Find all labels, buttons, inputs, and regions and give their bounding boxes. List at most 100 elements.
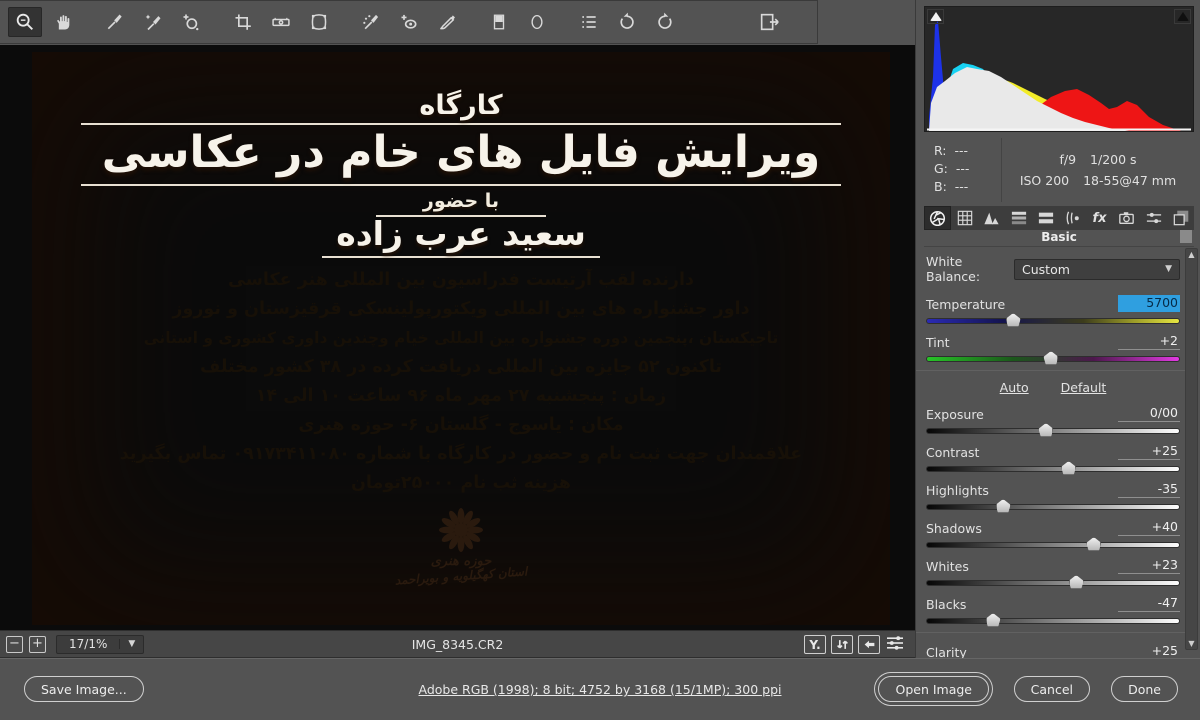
poster-with-label: با حضور [32,190,890,217]
rgb-g-value: --- [956,161,970,176]
zoom-level-select[interactable]: 17/1% ▼ [56,635,144,654]
swap-before-after-button[interactable] [831,635,853,654]
copy-settings-button[interactable] [858,635,880,654]
chevron-down-icon: ▼ [119,639,143,649]
temperature-label: Temperature [926,297,1005,312]
rotate-right-tool-icon[interactable] [648,7,682,37]
exposure-value[interactable]: 0/00 [1118,405,1180,422]
highlights-slider[interactable] [926,504,1180,510]
whites-value[interactable]: +23 [1118,557,1180,574]
contrast-value[interactable]: +25 [1118,443,1180,460]
adjustment-brush-tool-icon[interactable] [430,7,464,37]
cancel-button[interactable]: Cancel [1014,676,1090,702]
temperature-value[interactable]: 5700 [1118,295,1180,312]
workflow-options-link[interactable]: Adobe RGB (1998); 8 bit; 4752 by 3168 (1… [419,682,782,697]
adjustments-panel: R: --- G: --- B: --- f/91/200 s ISO 2001… [915,0,1200,658]
scroll-down-icon[interactable]: ▼ [1186,639,1197,648]
panel-tabs: fx [924,206,1194,230]
aperture-value: f/9 [1052,152,1083,167]
whites-slider[interactable] [926,580,1180,586]
contrast-slider[interactable] [926,466,1180,472]
poster-line: هزینه ثب نام ۲۵۰۰۰تومان [32,469,890,498]
auto-link[interactable]: Auto [1000,380,1029,395]
tab-basic[interactable] [924,206,951,230]
slider-thumb[interactable] [1043,351,1058,365]
preview-toolbar: − + 17/1% ▼ IMG_8345.CR2 Y. [0,630,915,658]
exposure-label: Exposure [926,407,984,422]
tab-tone-curve[interactable] [951,206,978,230]
slider-thumb[interactable] [1006,313,1021,327]
done-button[interactable]: Done [1111,676,1178,702]
transform-tool-icon[interactable] [302,7,336,37]
toolbar [0,0,818,44]
temperature-slider[interactable] [926,318,1180,324]
tab-snapshots[interactable] [1167,206,1194,230]
basic-controls: White Balance: Custom ▼ Temperature5700 … [926,252,1180,718]
preferences-tool-icon[interactable] [572,7,606,37]
poster-line: تاجیکستان ،پنجمین دوره جشنواره بین الملل… [32,324,890,353]
histogram[interactable] [924,6,1194,132]
crop-tool-icon[interactable] [226,7,260,37]
zoom-out-button[interactable]: − [6,636,23,653]
blacks-value[interactable]: -47 [1118,595,1180,612]
contrast-label: Contrast [926,445,979,460]
zoom-tool-icon[interactable] [8,7,42,37]
shutter-value: 1/200 s [1083,152,1144,167]
tab-effects[interactable]: fx [1086,206,1113,230]
white-balance-select[interactable]: Custom ▼ [1014,259,1180,280]
tab-camera-calibration[interactable] [1113,206,1140,230]
poster-line: داور جشنواره های بین المللی ویکتورپولینس… [32,295,890,324]
tab-hsl-grayscale[interactable] [1005,206,1032,230]
rotate-left-tool-icon[interactable] [610,7,644,37]
slider-thumb[interactable] [1038,423,1053,437]
tint-slider[interactable] [926,356,1180,362]
hand-tool-icon[interactable] [46,7,80,37]
poster-line: دارنده لقب آرتیست فدراسیون بین المللی هن… [32,266,890,295]
poster-line: مکان : یاسوج - گلستان ۶- حوزه هنری [32,411,890,440]
rgb-b-value: --- [955,179,969,194]
shadows-slider[interactable] [926,542,1180,548]
before-after-view-button[interactable]: Y. [804,635,826,654]
default-link[interactable]: Default [1061,380,1107,395]
image-preview-area[interactable]: کارگاه ویرایش فایل های خام در عکاسی با ح… [0,45,915,630]
color-sampler-tool-icon[interactable] [136,7,170,37]
panel-menu-icon[interactable] [1180,230,1192,240]
scroll-up-icon[interactable]: ▲ [1186,250,1197,259]
poster-image[interactable]: کارگاه ویرایش فایل های خام در عکاسی با ح… [32,52,890,625]
tab-lens-corrections[interactable] [1059,206,1086,230]
shadow-clipping-warning[interactable] [927,9,944,24]
shadows-value[interactable]: +40 [1118,519,1180,536]
lens-value: 18-55@47 mm [1076,173,1183,188]
targeted-adjustment-tool-icon[interactable] [174,7,208,37]
tab-detail[interactable] [978,206,1005,230]
slider-thumb[interactable] [986,613,1001,627]
save-image-button[interactable]: Save Image... [24,676,144,702]
white-balance-label: White Balance: [926,254,1014,284]
graduated-filter-tool-icon[interactable] [482,7,516,37]
red-eye-tool-icon[interactable] [392,7,426,37]
highlight-clipping-warning[interactable] [1174,9,1191,24]
panel-scrollbar[interactable]: ▲ ▼ [1185,248,1198,650]
straighten-tool-icon[interactable] [264,7,298,37]
open-image-button[interactable]: Open Image [878,676,989,702]
panel-section-title: Basic [924,230,1194,247]
slider-thumb[interactable] [1086,537,1101,551]
arts-center-logo: حوزه هنری استان کهگیلویه و بویراحمد [32,508,890,583]
exposure-slider[interactable] [926,428,1180,434]
preview-preferences-icon[interactable] [885,635,905,654]
tab-presets[interactable] [1140,206,1167,230]
tint-value[interactable]: +2 [1118,333,1180,350]
poster-title: ویرایش فایل های خام در عکاسی [81,123,841,186]
slider-thumb[interactable] [1061,461,1076,475]
highlights-value[interactable]: -35 [1118,481,1180,498]
white-balance-tool-icon[interactable] [98,7,132,37]
tab-split-toning[interactable] [1032,206,1059,230]
spot-removal-tool-icon[interactable] [354,7,388,37]
radial-filter-tool-icon[interactable] [520,7,554,37]
image-info: R: --- G: --- B: --- f/91/200 s ISO 2001… [924,138,1194,202]
toggle-fullscreen-icon[interactable] [752,7,786,37]
slider-thumb[interactable] [1069,575,1084,589]
zoom-in-button[interactable]: + [29,636,46,653]
slider-thumb[interactable] [996,499,1011,513]
blacks-slider[interactable] [926,618,1180,624]
